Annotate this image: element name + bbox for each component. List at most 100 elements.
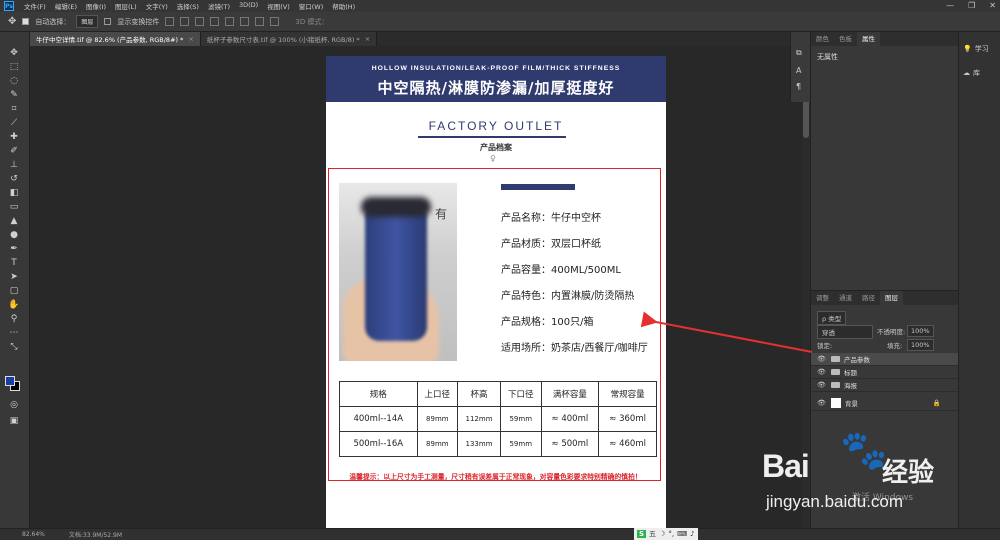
paragraph-panel-icon[interactable]: ¶ <box>796 82 801 91</box>
edit-toolbar-icon[interactable]: ⤡ <box>8 342 20 352</box>
canvas-area[interactable]: HOLLOW INSULATION/LEAK-PROOF FILM/THICK … <box>30 46 802 528</box>
align-bottom-icon[interactable] <box>240 17 250 26</box>
layer-row-product-params[interactable]: 👁 产品参数 <box>811 353 959 366</box>
tab-document-2[interactable]: 纸杯子参数尺寸表.tif @ 100% (小猪纸杯, RGB/8) * × <box>200 32 378 46</box>
menu-image[interactable]: 图像(I) <box>86 1 106 11</box>
more-tools-icon[interactable]: ⋯ <box>8 328 20 338</box>
align-center-icon[interactable] <box>180 17 190 26</box>
align-left-icon[interactable] <box>165 17 175 26</box>
healing-tool-icon[interactable]: ✚ <box>8 132 20 142</box>
layer-name: 海报 <box>844 382 857 390</box>
menu-3d[interactable]: 3D(D) <box>239 1 258 11</box>
auto-select-dropdown[interactable]: 图层 <box>76 15 99 28</box>
history-brush-icon[interactable]: ↺ <box>8 174 20 184</box>
close-icon[interactable]: × <box>365 35 370 43</box>
tab-layers[interactable]: 图层 <box>880 291 903 305</box>
menu-view[interactable]: 视图(V) <box>267 1 290 11</box>
menu-help[interactable]: 帮助(H) <box>332 1 355 11</box>
type-tool-icon[interactable]: T <box>8 258 20 268</box>
dodge-tool-icon[interactable]: ● <box>8 230 20 240</box>
eye-icon[interactable]: 👁 <box>817 399 826 407</box>
banner-english-text: HOLLOW INSULATION/LEAK-PROOF FILM/THICK … <box>371 65 621 72</box>
eye-icon[interactable]: 👁 <box>817 355 826 363</box>
table-cell: 400ml--14A <box>339 406 418 432</box>
quick-select-tool-icon[interactable]: ✎ <box>8 90 20 100</box>
eye-icon[interactable]: 👁 <box>817 381 826 389</box>
history-panel-icon[interactable]: ⧉ <box>796 48 802 58</box>
ime-mode[interactable]: 五 <box>649 529 656 539</box>
align-middle-icon[interactable] <box>225 17 235 26</box>
menu-layer[interactable]: 图层(L) <box>115 1 137 11</box>
auto-select-checkbox[interactable] <box>22 18 30 25</box>
tab-document-1[interactable]: 牛仔中空详情.tif @ 82.6% (产品参数, RGB/8#) * × <box>30 32 201 46</box>
zoom-level[interactable]: 82.64% <box>22 531 45 538</box>
moon-icon[interactable]: ☽ <box>659 530 665 538</box>
align-top-icon[interactable] <box>210 17 220 26</box>
hand-tool-icon[interactable]: ✋ <box>8 300 20 310</box>
document-size[interactable]: 文档:33.9M/52.9M <box>69 530 122 539</box>
zoom-tool-icon[interactable]: ⚲ <box>8 314 20 324</box>
tab-adjustments[interactable]: 调整 <box>811 291 834 305</box>
pen-tool-icon[interactable]: ✒ <box>8 244 20 254</box>
mic-icon[interactable]: ♪ <box>690 530 694 538</box>
close-icon[interactable]: ✕ <box>989 1 996 10</box>
eyedropper-tool-icon[interactable]: ⟋ <box>8 118 20 128</box>
product-photo: 有 <box>339 183 457 361</box>
menu-file[interactable]: 文件(F) <box>24 1 46 11</box>
punctuation-icon[interactable]: °, <box>668 530 674 538</box>
menu-type[interactable]: 文字(Y) <box>146 1 168 11</box>
eye-icon[interactable]: 👁 <box>817 368 826 376</box>
library-button[interactable]: ☁ 库 <box>963 68 980 78</box>
layer-thumbnail <box>831 397 841 408</box>
layer-filter-dropdown[interactable]: ρ 类型 <box>817 311 847 325</box>
opacity-input[interactable]: 100% <box>907 325 934 337</box>
tab-properties[interactable]: 属性 <box>857 32 880 46</box>
library-label: 库 <box>973 69 980 77</box>
stamp-tool-icon[interactable]: ⊥ <box>8 160 20 170</box>
fill-input[interactable]: 100% <box>907 339 934 351</box>
blur-tool-icon[interactable]: ▲ <box>8 216 20 226</box>
folder-icon <box>831 369 840 375</box>
quick-mask-icon[interactable]: ◎ <box>8 400 20 410</box>
lock-icon: 🔒 <box>932 398 941 407</box>
restore-icon[interactable]: ❐ <box>968 1 975 10</box>
tab-paths[interactable]: 路径 <box>857 291 880 305</box>
menu-filter[interactable]: 滤镜(T) <box>208 1 230 11</box>
foreground-color-swatch[interactable] <box>5 376 15 386</box>
gradient-tool-icon[interactable]: ▭ <box>8 202 20 212</box>
align-right-icon[interactable] <box>195 17 205 26</box>
eraser-tool-icon[interactable]: ◧ <box>8 188 20 198</box>
path-select-tool-icon[interactable]: ➤ <box>8 272 20 282</box>
transform-controls-checkbox[interactable] <box>104 18 112 25</box>
character-panel-icon[interactable]: A <box>796 66 801 75</box>
marquee-tool-icon[interactable]: ⬚ <box>8 62 20 72</box>
move-tool-icon[interactable]: ✥ <box>8 16 16 27</box>
layer-row-background[interactable]: 👁 背景 🔒 <box>811 395 959 411</box>
menu-window[interactable]: 窗口(W) <box>299 1 324 11</box>
distribute-h-icon[interactable] <box>270 17 280 26</box>
close-icon[interactable]: × <box>188 35 193 43</box>
move-tool-icon[interactable]: ✥ <box>8 48 20 58</box>
brush-tool-icon[interactable]: ✐ <box>8 146 20 156</box>
learn-button[interactable]: 💡 学习 <box>963 44 989 54</box>
scrollbar-thumb[interactable] <box>803 98 809 138</box>
menu-select[interactable]: 选择(S) <box>177 1 199 11</box>
library-icon: ☁ <box>963 69 970 77</box>
tab-channels[interactable]: 通道 <box>834 291 857 305</box>
minimize-icon[interactable]: — <box>946 1 954 10</box>
lasso-tool-icon[interactable]: ◌ <box>8 76 20 86</box>
shape-tool-icon[interactable]: ▢ <box>8 286 20 296</box>
blend-mode-dropdown[interactable]: 穿透 <box>817 325 873 339</box>
crop-tool-icon[interactable]: ⌗ <box>8 104 20 114</box>
tab-swatches[interactable]: 色板 <box>834 32 857 46</box>
screen-mode-icon[interactable]: ▣ <box>8 416 20 426</box>
keyboard-icon[interactable]: ⌨ <box>677 530 687 538</box>
cup-lid-shape <box>361 197 431 217</box>
distribute-icon[interactable] <box>255 17 265 26</box>
tab-color[interactable]: 颜色 <box>811 32 834 46</box>
layer-row-title[interactable]: 👁 标题 <box>811 366 959 379</box>
ime-toolbar[interactable]: S 五 ☽ °, ⌨ ♪ <box>634 528 698 540</box>
layer-row-poster[interactable]: 👁 海报 <box>811 379 959 392</box>
menu-edit[interactable]: 编辑(E) <box>55 1 77 11</box>
photoshop-logo[interactable]: Ps <box>4 1 14 11</box>
